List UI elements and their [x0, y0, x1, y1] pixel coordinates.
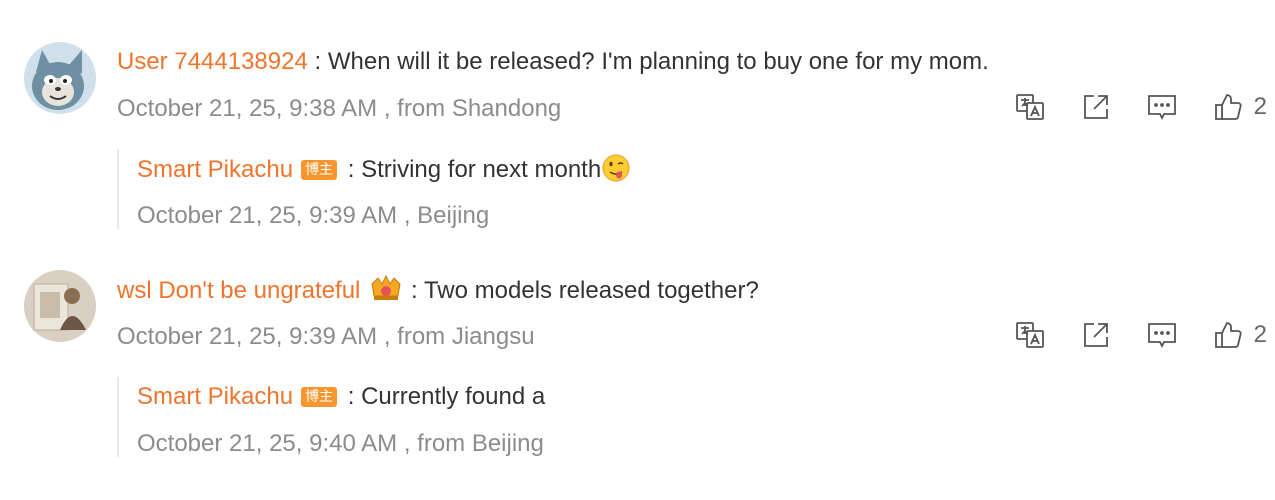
like-count: 2: [1253, 93, 1267, 120]
share-icon[interactable]: [1078, 89, 1114, 125]
reply-text: Currently found a: [361, 383, 546, 410]
comment-text: When will it be released? I'm planning t…: [327, 48, 989, 75]
translate-icon[interactable]: [1012, 317, 1048, 353]
reply-item: Smart Pikachu 博主 : Striving for next mont…: [117, 149, 1019, 229]
reply-text: Striving for next month: [361, 156, 602, 183]
reply-location: , from Beijing: [397, 430, 544, 457]
comment-separator: :: [404, 277, 424, 304]
reply-meta: October 21, 25, 9:39 AM , Beijing: [137, 200, 489, 232]
like-count: 2: [1253, 321, 1267, 348]
comment-icon[interactable]: [1144, 317, 1180, 353]
comment-content: wsl Don't be ungrateful : Two models rel…: [117, 274, 759, 307]
comment-time: October 21, 25, 9:38 AM: [117, 95, 378, 122]
reply-item: Smart Pikachu 博主 : Currently found a Octo…: [117, 377, 1019, 457]
comment-location: , from Shandong: [377, 95, 562, 122]
reply-separator: :: [341, 156, 362, 183]
reply-content: Smart Pikachu 博主 : Currently found a: [137, 381, 545, 413]
tongue-emoji-icon: [601, 153, 631, 183]
reply-time: October 21, 25, 9:39 AM: [137, 202, 398, 229]
reply-time: October 21, 25, 9:40 AM: [137, 430, 398, 457]
avatar[interactable]: [24, 270, 96, 342]
author-badge: 博主: [301, 387, 338, 407]
share-icon[interactable]: [1078, 317, 1114, 353]
reply-content: Smart Pikachu 博主 : Striving for next mont…: [137, 153, 631, 186]
comment-meta: October 21, 25, 9:39 AM , from Jiangsu: [117, 321, 535, 353]
avatar[interactable]: [24, 42, 96, 114]
comment-text: Two models released together?: [423, 277, 759, 304]
comment-actions: 2: [982, 317, 1267, 353]
author-badge: 博主: [301, 160, 338, 180]
comment-time: October 21, 25, 9:39 AM: [117, 323, 378, 350]
comment-separator: :: [307, 48, 328, 75]
comment-username[interactable]: wsl Don't be ungrateful: [117, 277, 360, 304]
comment-actions: 2: [982, 89, 1267, 125]
comment-content: User 7444138924 : When will it be releas…: [117, 46, 989, 78]
comment-icon[interactable]: [1144, 89, 1180, 125]
like-icon[interactable]: [1210, 317, 1246, 353]
comment-username[interactable]: User 7444138924: [117, 48, 308, 75]
like-icon[interactable]: [1210, 89, 1246, 125]
reply-username[interactable]: Smart Pikachu: [137, 156, 293, 183]
reply-meta: October 21, 25, 9:40 AM , from Beijing: [137, 428, 544, 460]
reply-username[interactable]: Smart Pikachu: [137, 383, 293, 410]
reply-location: , Beijing: [397, 202, 490, 229]
comment-meta: October 21, 25, 9:38 AM , from Shandong: [117, 93, 561, 125]
reply-separator: :: [341, 383, 362, 410]
translate-icon[interactable]: [1012, 89, 1048, 125]
comment-location: , from Jiangsu: [377, 323, 535, 350]
crown-badge-icon: [368, 274, 404, 304]
comment-list: User 7444138924 : When will it be releas…: [0, 0, 1275, 500]
